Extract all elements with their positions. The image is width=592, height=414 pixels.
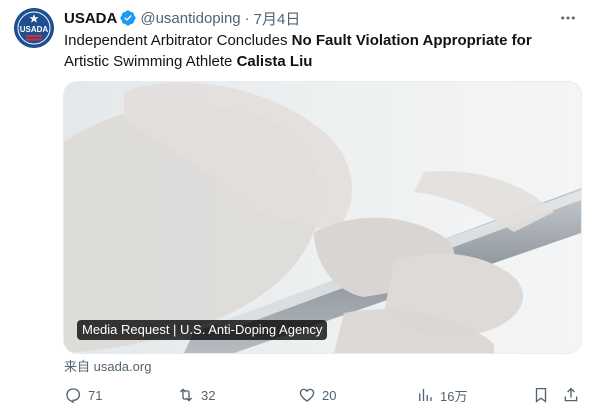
like-count: 20 (322, 387, 337, 403)
action-bar: 71 32 20 16万 (64, 384, 586, 406)
share-button[interactable] (562, 384, 580, 406)
display-name[interactable]: USADA (64, 10, 117, 27)
card-label: Media Request | U.S. Anti-Doping Agency (77, 320, 328, 340)
reply-button[interactable]: 71 (64, 384, 102, 406)
retweet-icon (179, 388, 193, 402)
avatar-text: USADA (20, 25, 49, 34)
heart-icon (299, 388, 315, 402)
tweet-text-part-1: Independent Arbitrator Concludes (64, 32, 292, 49)
separator-dot: · (244, 9, 250, 27)
account-handle[interactable]: @usantidoping (140, 10, 240, 27)
bookmark-icon (535, 387, 547, 403)
card-source[interactable]: 来自 usada.org (64, 356, 151, 375)
retweet-button[interactable]: 32 (177, 384, 215, 406)
tweet-text-bold-1: No Fault Violation Appropriate for (291, 32, 532, 49)
usada-logo-icon: USADA (14, 8, 54, 48)
tweet-date[interactable]: 7月4日 (254, 8, 301, 29)
views-button[interactable]: 16万 (416, 384, 467, 406)
tweet-text-bold-2[interactable]: Calista Liu (237, 53, 313, 70)
tweet-header: USADA @usantidoping · 7月4日 (64, 8, 300, 28)
link-card[interactable]: Media Request | U.S. Anti-Doping Agency (63, 81, 582, 354)
avatar[interactable]: USADA (14, 8, 54, 48)
retweet-count: 32 (201, 387, 216, 403)
tweet-text-part-2: Artistic Swimming Athlete (64, 53, 237, 70)
analytics-icon (419, 389, 432, 401)
verified-badge-icon (120, 10, 136, 26)
more-options-icon[interactable] (556, 8, 580, 28)
tweet-text: Independent Arbitrator Concludes No Faul… (64, 30, 574, 72)
bookmark-button[interactable] (532, 384, 550, 406)
reply-count: 71 (88, 387, 103, 403)
share-icon (564, 387, 578, 402)
reply-icon (66, 388, 81, 404)
like-button[interactable]: 20 (298, 384, 336, 406)
view-count: 16万 (440, 388, 468, 404)
card-image (64, 82, 581, 353)
